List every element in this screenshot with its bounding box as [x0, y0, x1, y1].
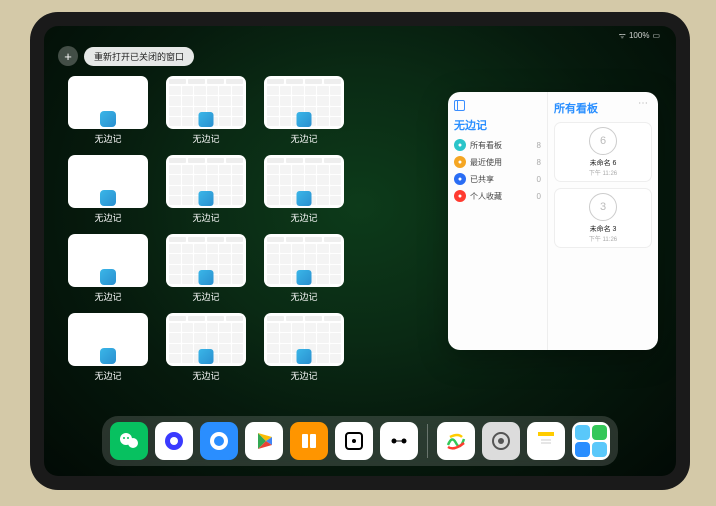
- app-switcher-grid: 无边记无边记无边记无边记无边记无边记无边记无边记无边记无边记无边记无边记: [68, 76, 442, 382]
- menu-icon: ●: [454, 156, 466, 168]
- sidebar-toggle-icon[interactable]: [454, 100, 465, 111]
- dock-app-freeform[interactable]: [437, 422, 475, 460]
- top-toolbar: + 重新打开已关闭的窗口: [58, 46, 194, 66]
- thumbnail-label: 无边记: [290, 369, 317, 382]
- window-thumbnail[interactable]: 无边记: [68, 234, 148, 303]
- thumbnail-preview: [166, 234, 246, 287]
- status-bar: ᯤ 100% ▭: [619, 30, 660, 41]
- menu-label: 所有看板: [470, 140, 502, 151]
- window-thumbnail[interactable]: 无边记: [68, 76, 148, 145]
- menu-count: 0: [537, 175, 541, 184]
- board-preview: 6: [589, 127, 617, 155]
- thumbnail-label: 无边记: [192, 290, 219, 303]
- screen: ᯤ 100% ▭ + 重新打开已关闭的窗口 无边记无边记无边记无边记无边记无边记…: [44, 26, 676, 476]
- thumbnail-label: 无边记: [94, 211, 121, 224]
- sidebar-menu-item[interactable]: ● 已共享 0: [454, 173, 541, 185]
- add-button[interactable]: +: [58, 46, 78, 66]
- thumbnail-label: 无边记: [290, 132, 317, 145]
- dock-app-dots[interactable]: [380, 422, 418, 460]
- reopen-prompt[interactable]: 重新打开已关闭的窗口: [84, 47, 194, 66]
- board-timestamp: 下午 11:26: [589, 234, 617, 243]
- window-thumbnail[interactable]: 无边记: [264, 155, 344, 224]
- dock-app-quark[interactable]: [155, 422, 193, 460]
- window-thumbnail[interactable]: 无边记: [166, 76, 246, 145]
- board-name: 未命名 6: [590, 158, 617, 168]
- menu-label: 最近使用: [470, 157, 502, 168]
- thumbnail-preview: [166, 313, 246, 366]
- wifi-icon: ᯤ: [619, 30, 626, 41]
- dock-separator: [427, 424, 428, 458]
- popup-left-pane: 无边记 ● 所有看板 8 ● 最近使用 8 ● 已共享 0 ● 个人收藏 0: [448, 92, 548, 350]
- board-card[interactable]: 3 未命名 3下午 11:26: [554, 188, 652, 248]
- battery-label: 100%: [629, 31, 649, 40]
- dock-app-books[interactable]: [290, 422, 328, 460]
- window-thumbnail[interactable]: 无边记: [264, 76, 344, 145]
- thumbnail-label: 无边记: [192, 211, 219, 224]
- tablet-frame: ᯤ 100% ▭ + 重新打开已关闭的窗口 无边记无边记无边记无边记无边记无边记…: [30, 12, 690, 490]
- thumbnail-label: 无边记: [94, 290, 121, 303]
- thumbnail-label: 无边记: [290, 211, 317, 224]
- menu-count: 0: [537, 192, 541, 201]
- thumbnail-preview: [68, 155, 148, 208]
- board-timestamp: 下午 11:26: [589, 168, 617, 177]
- popup-left-title: 无边记: [454, 117, 541, 133]
- menu-count: 8: [537, 141, 541, 150]
- window-thumbnail[interactable]: 无边记: [264, 313, 344, 382]
- dock-app-dice[interactable]: [335, 422, 373, 460]
- dock-app-notes[interactable]: [527, 422, 565, 460]
- thumbnail-preview: [166, 76, 246, 129]
- menu-label: 个人收藏: [470, 191, 502, 202]
- board-card[interactable]: 6 未命名 6下午 11:26: [554, 122, 652, 182]
- menu-icon: ●: [454, 139, 466, 151]
- thumbnail-preview: [68, 234, 148, 287]
- window-thumbnail[interactable]: 无边记: [264, 234, 344, 303]
- sidebar-menu-item[interactable]: ● 所有看板 8: [454, 139, 541, 151]
- menu-count: 8: [537, 158, 541, 167]
- dock: [102, 416, 618, 466]
- thumbnail-preview: [264, 313, 344, 366]
- sidebar-popup: 无边记 ● 所有看板 8 ● 最近使用 8 ● 已共享 0 ● 个人收藏 0 ⋯ 所有看板 6 未命名 …: [448, 92, 658, 350]
- popup-right-pane: ⋯ 所有看板 6未命名 6下午 11:263未命名 3下午 11:26: [548, 92, 658, 350]
- sidebar-menu-item[interactable]: ● 最近使用 8: [454, 156, 541, 168]
- thumbnail-label: 无边记: [192, 132, 219, 145]
- more-icon[interactable]: ⋯: [638, 98, 648, 109]
- board-preview: 3: [589, 193, 617, 221]
- thumbnail-label: 无边记: [192, 369, 219, 382]
- dock-app-settings[interactable]: [482, 422, 520, 460]
- thumbnail-label: 无边记: [94, 369, 121, 382]
- thumbnail-label: 无边记: [94, 132, 121, 145]
- window-thumbnail[interactable]: 无边记: [166, 313, 246, 382]
- menu-icon: ●: [454, 173, 466, 185]
- menu-label: 已共享: [470, 174, 494, 185]
- thumbnail-preview: [264, 76, 344, 129]
- battery-icon: ▭: [652, 31, 660, 40]
- dock-app-wechat[interactable]: [110, 422, 148, 460]
- window-thumbnail[interactable]: 无边记: [68, 313, 148, 382]
- thumbnail-preview: [68, 76, 148, 129]
- thumbnail-label: 无边记: [290, 290, 317, 303]
- menu-icon: ●: [454, 190, 466, 202]
- dock-app-folder[interactable]: [572, 422, 610, 460]
- thumbnail-preview: [264, 155, 344, 208]
- sidebar-menu-item[interactable]: ● 个人收藏 0: [454, 190, 541, 202]
- dock-app-play[interactable]: [245, 422, 283, 460]
- thumbnail-preview: [264, 234, 344, 287]
- window-thumbnail[interactable]: 无边记: [166, 234, 246, 303]
- window-thumbnail[interactable]: 无边记: [166, 155, 246, 224]
- thumbnail-preview: [68, 313, 148, 366]
- dock-app-qqbrowser[interactable]: [200, 422, 238, 460]
- board-name: 未命名 3: [590, 224, 617, 234]
- window-thumbnail[interactable]: 无边记: [68, 155, 148, 224]
- thumbnail-preview: [166, 155, 246, 208]
